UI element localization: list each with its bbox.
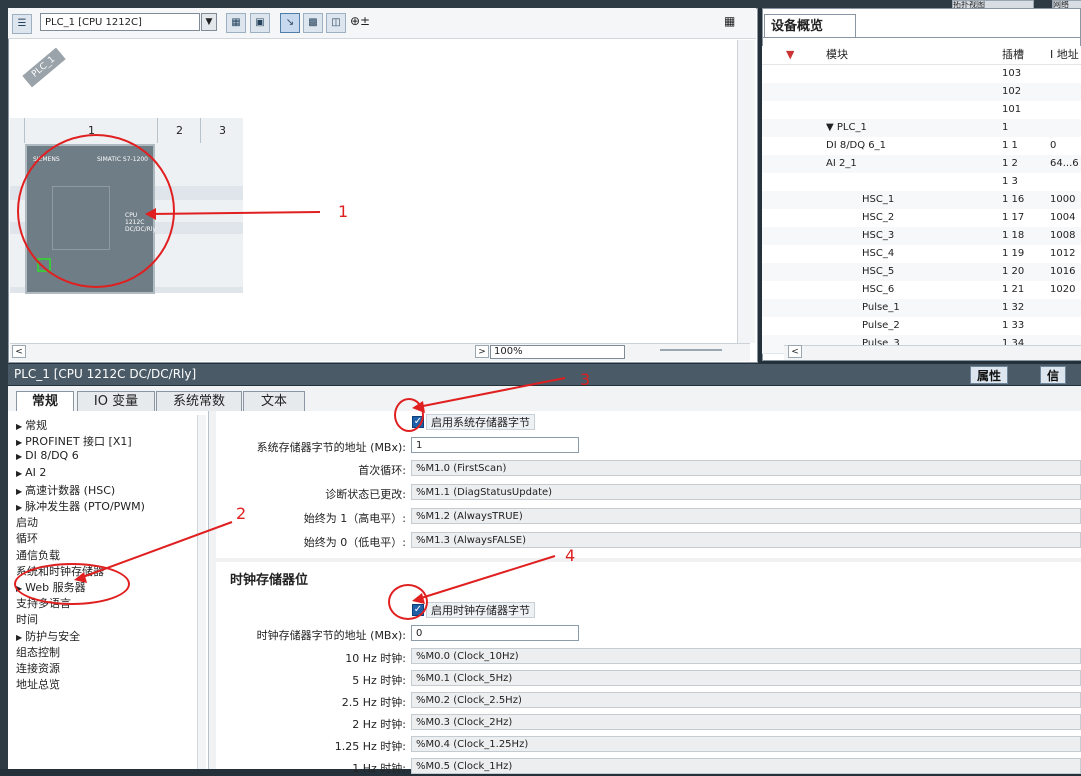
highlight-circle-nav: [14, 563, 130, 605]
arrow-1: [149, 211, 321, 215]
highlight-circle-system: [394, 398, 424, 432]
arrow-4: [417, 555, 556, 600]
arrow-3: [417, 377, 566, 408]
annotation-1: 1: [338, 202, 349, 221]
annotation-2: 2: [236, 504, 247, 523]
annotation-4: 4: [565, 546, 576, 565]
highlight-circle-clock: [388, 584, 428, 620]
annotation-layer: [74, 208, 566, 604]
highlight-circle-plc: [17, 134, 175, 288]
annotation-3: 3: [580, 370, 591, 389]
